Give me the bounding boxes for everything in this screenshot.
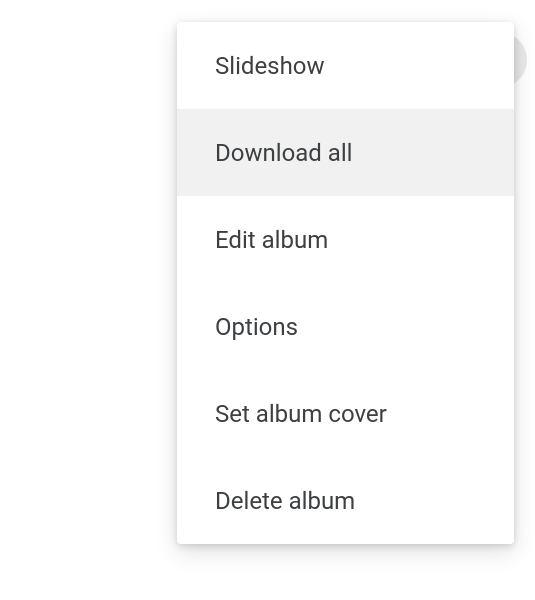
menu-item-label: Set album cover bbox=[215, 400, 387, 428]
menu-item-label: Delete album bbox=[215, 487, 355, 515]
menu-item-options[interactable]: Options bbox=[177, 283, 514, 370]
menu-item-slideshow[interactable]: Slideshow bbox=[177, 22, 514, 109]
menu-item-label: Slideshow bbox=[215, 52, 325, 80]
menu-item-edit-album[interactable]: Edit album bbox=[177, 196, 514, 283]
menu-item-delete-album[interactable]: Delete album bbox=[177, 457, 514, 544]
menu-item-set-album-cover[interactable]: Set album cover bbox=[177, 370, 514, 457]
menu-item-download-all[interactable]: Download all bbox=[177, 109, 514, 196]
menu-item-label: Options bbox=[215, 313, 298, 341]
context-menu: Slideshow Download all Edit album Option… bbox=[177, 22, 514, 544]
menu-item-label: Edit album bbox=[215, 226, 328, 254]
menu-item-label: Download all bbox=[215, 139, 353, 167]
